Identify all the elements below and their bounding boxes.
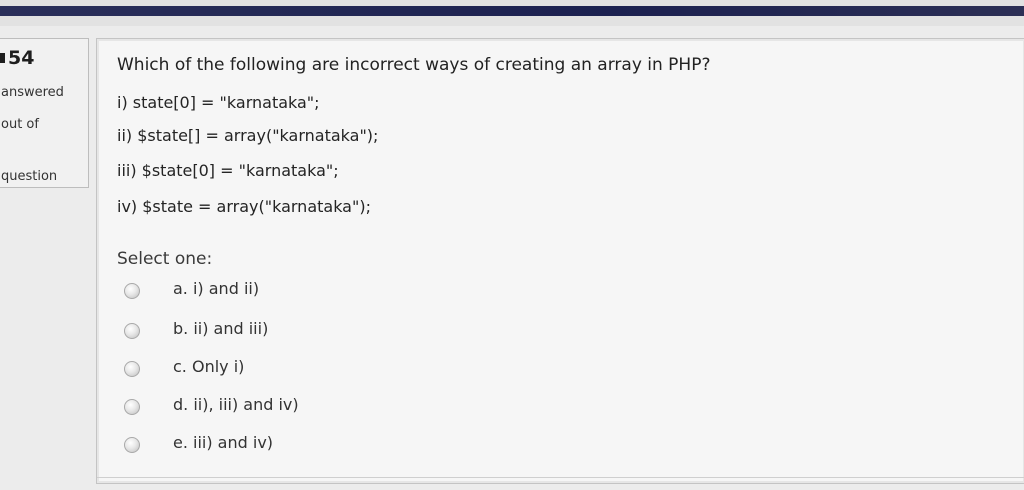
question-text: Which of the following are incorrect way…: [117, 55, 711, 75]
radio-button[interactable]: [124, 399, 140, 415]
statement-iv: iv) $state = array("karnataka");: [117, 197, 371, 216]
top-bar: [0, 0, 1024, 26]
answer-option-label[interactable]: c. Only i): [173, 357, 244, 376]
answer-option-d[interactable]: d. ii), iii) and iv): [121, 395, 441, 419]
answer-option-e[interactable]: e. iii) and iv): [121, 433, 441, 457]
radio-button[interactable]: [124, 323, 140, 339]
answer-option-label[interactable]: d. ii), iii) and iv): [173, 395, 299, 414]
statement-ii: ii) $state[] = array("karnataka");: [117, 126, 379, 145]
question-status: answered: [1, 85, 64, 100]
answer-option-c[interactable]: c. Only i): [121, 357, 441, 381]
question-content: Which of the following are incorrect way…: [96, 38, 1024, 484]
question-info-panel: 54 answered out of question: [0, 38, 89, 188]
statement-i: i) state[0] = "karnataka";: [117, 93, 320, 112]
answer-option-label[interactable]: b. ii) and iii): [173, 319, 268, 338]
answer-option-a[interactable]: a. i) and ii): [121, 279, 441, 303]
header-stripe: [0, 6, 1024, 16]
answer-option-label[interactable]: e. iii) and iv): [173, 433, 273, 452]
divider: [97, 477, 1024, 478]
radio-button[interactable]: [124, 361, 140, 377]
select-one-label: Select one:: [117, 249, 213, 269]
statement-iii: iii) $state[0] = "karnataka";: [117, 161, 339, 180]
answer-option-b[interactable]: b. ii) and iii): [121, 319, 441, 343]
flag-question-label[interactable]: question: [1, 169, 57, 184]
answer-option-label[interactable]: a. i) and ii): [173, 279, 259, 298]
question-number: 54: [0, 47, 35, 69]
question-marks: out of: [1, 117, 39, 132]
radio-button[interactable]: [124, 437, 140, 453]
radio-button[interactable]: [124, 283, 140, 299]
